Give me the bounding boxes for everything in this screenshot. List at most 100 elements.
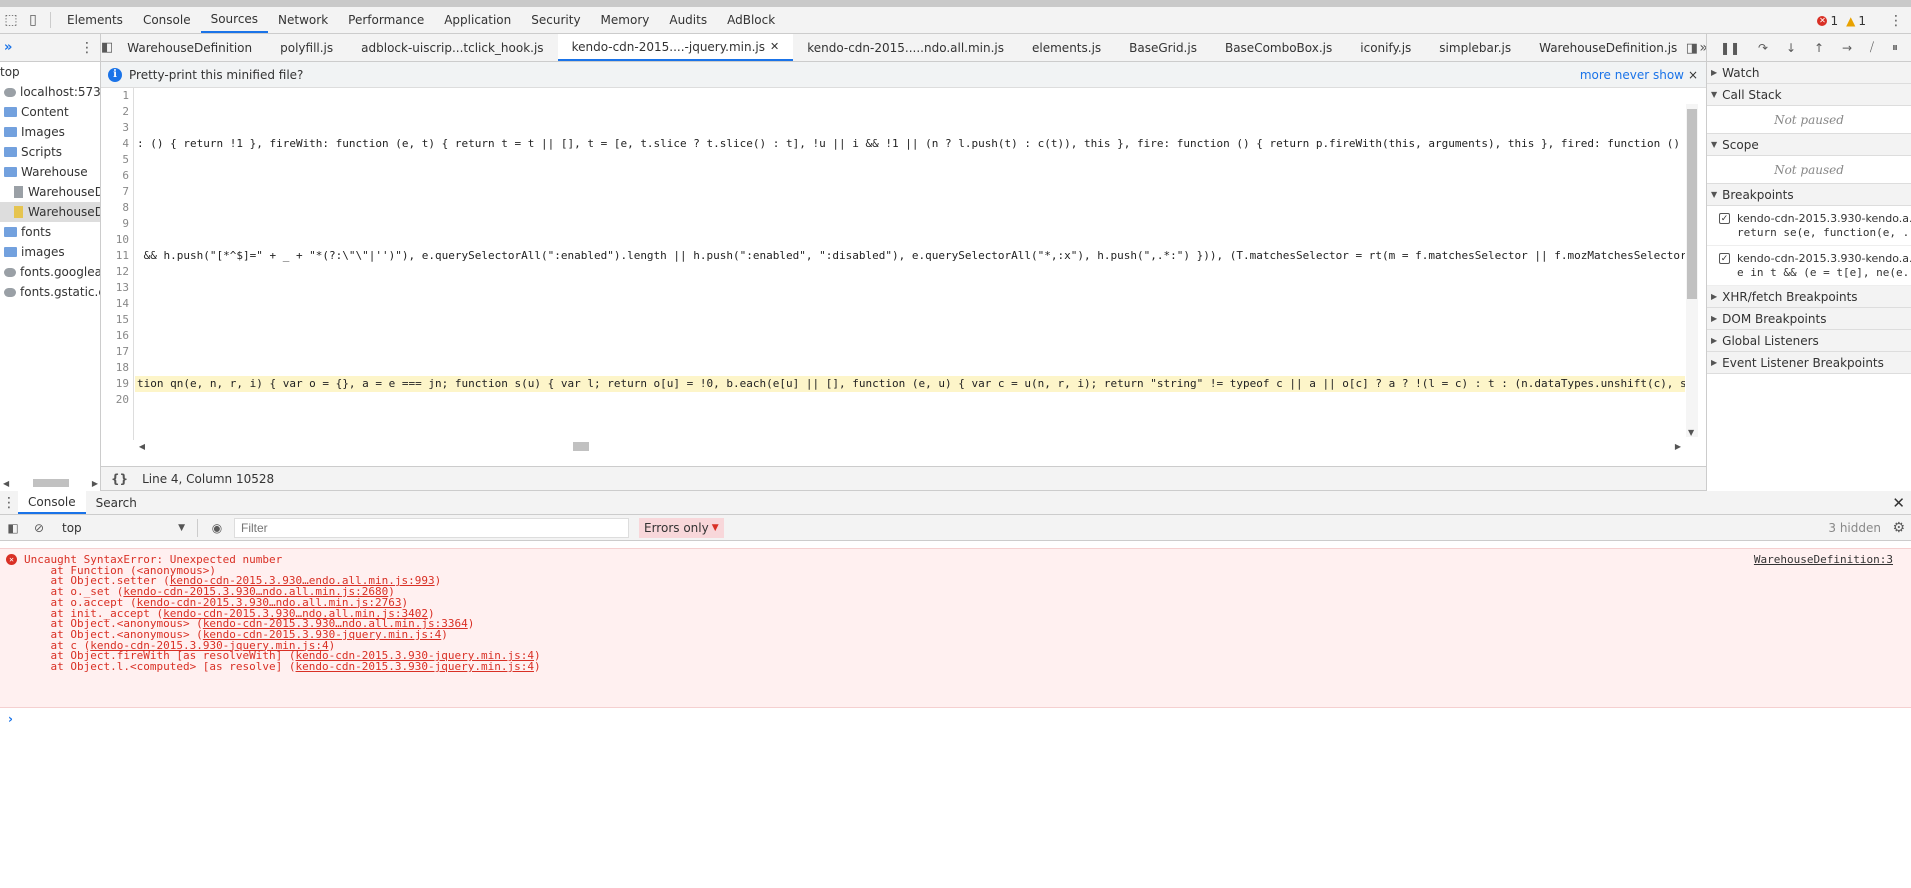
step-into-icon[interactable]: ↓ — [1786, 41, 1796, 55]
inspect-element-icon[interactable]: ⬚ — [0, 7, 22, 33]
line-number[interactable]: 13 — [116, 280, 129, 296]
log-level-dropdown[interactable]: Errors only ▼ — [639, 517, 724, 538]
close-tab-icon[interactable]: ✕ — [770, 40, 779, 53]
tree-item[interactable]: Content — [0, 102, 100, 122]
navigator-scrollbar[interactable]: ◀ ▶ — [0, 475, 101, 491]
debugger-section-scope[interactable]: ▼ Scope — [1707, 134, 1911, 156]
toggle-debugger-icon[interactable]: ◨ — [1686, 34, 1698, 62]
breakpoint-checkbox[interactable]: ✓ — [1719, 253, 1730, 264]
line-number[interactable]: 9 — [122, 216, 129, 232]
debugger-section[interactable]: ▶ Global Listeners — [1707, 330, 1911, 352]
infobar-link[interactable]: more never show — [1580, 68, 1684, 82]
line-number[interactable]: 18 — [116, 360, 129, 376]
editor-tab[interactable]: WarehouseDefinition.js — [1525, 34, 1691, 61]
line-number[interactable]: 17 — [116, 344, 129, 360]
pretty-print-icon[interactable]: {} — [111, 472, 128, 486]
debugger-section[interactable]: ▶ XHR/fetch Breakpoints — [1707, 286, 1911, 308]
scroll-left-icon[interactable]: ◀ — [3, 479, 9, 488]
editor-tab[interactable]: elements.js — [1018, 34, 1115, 61]
tree-item[interactable]: images — [0, 242, 100, 262]
sidebar-toggle-icon[interactable]: ◧ — [0, 521, 26, 535]
line-number[interactable]: 2 — [122, 104, 129, 120]
deactivate-breakpoints-icon[interactable]: ⧸ — [1870, 40, 1874, 55]
tree-item[interactable]: top — [0, 62, 100, 82]
panel-tab-performance[interactable]: Performance — [338, 7, 434, 33]
line-gutter[interactable]: 1 2 3 4 5 6 7 8 9 10 11 12 13 14 15 16 17 18 19 20 — [101, 88, 134, 440]
line-number[interactable]: 20 — [116, 392, 129, 408]
console-prompt[interactable]: › — [8, 712, 13, 726]
breakpoint-item[interactable]: ✓ kendo-cdn-2015.3.930-kendo.a... e in t &… — [1707, 246, 1911, 286]
tree-item[interactable]: fonts — [0, 222, 100, 242]
line-number[interactable]: 6 — [122, 168, 129, 184]
line-number[interactable]: 11 — [116, 248, 129, 264]
step-icon[interactable]: → — [1842, 41, 1852, 55]
breakpoint-item[interactable]: ✓ kendo-cdn-2015.3.930-kendo.a... return s… — [1707, 206, 1911, 246]
debugger-section[interactable]: ▶ Event Listener Breakpoints — [1707, 352, 1911, 374]
message-source-link[interactable]: WarehouseDefinition:3 — [1754, 553, 1893, 566]
panel-tab-console[interactable]: Console — [133, 7, 201, 33]
panel-tab-security[interactable]: Security — [521, 7, 590, 33]
line-number[interactable]: 8 — [122, 200, 129, 216]
line-number[interactable]: 15 — [116, 312, 129, 328]
infobar-close-button[interactable]: × — [1688, 68, 1698, 82]
issue-counts[interactable]: ✕ 1 ▲ 1 — [1817, 7, 1866, 34]
drawer-menu-icon[interactable]: ⋮ — [0, 491, 18, 514]
debugger-section-breakpoints[interactable]: ▼ Breakpoints — [1707, 184, 1911, 206]
line-number[interactable]: 10 — [116, 232, 129, 248]
tree-item[interactable]: Scripts — [0, 142, 100, 162]
debugger-section[interactable]: ▶ DOM Breakpoints — [1707, 308, 1911, 330]
code-editor[interactable]: 1 2 3 4 5 6 7 8 9 10 11 12 13 14 15 16 17 18 19 20 : () { r… — [101, 88, 1706, 453]
close-drawer-icon[interactable]: ✕ — [1892, 491, 1905, 515]
vertical-scroll-thumb[interactable] — [1687, 109, 1697, 299]
step-over-icon[interactable]: ↷ — [1758, 41, 1768, 55]
tree-item[interactable]: fonts.gstatic.com — [0, 282, 100, 302]
stack-frame-link[interactable]: kendo-cdn-2015.3.930-jquery.min.js:4 — [296, 660, 534, 673]
horizontal-scrollbar[interactable]: ◀ ▶ — [135, 439, 1685, 453]
more-tabs-icon[interactable]: » — [4, 40, 12, 55]
tree-item[interactable]: localhost:57348 — [0, 82, 100, 102]
tree-item[interactable]: Warehouse — [0, 162, 100, 182]
horizontal-scroll-thumb[interactable] — [573, 442, 589, 451]
editor-tab[interactable]: BaseComboBox.js — [1211, 34, 1346, 61]
code-line[interactable]: && h.push("[*^$]=" + _ + "*(?:\"\"|'')")… — [137, 248, 1685, 264]
tree-item[interactable]: Images — [0, 122, 100, 142]
error-count[interactable]: ✕ 1 — [1817, 14, 1838, 28]
context-selector[interactable]: top ▼ — [56, 518, 191, 538]
warning-count[interactable]: ▲ 1 — [1846, 14, 1866, 28]
editor-tab[interactable]: adblock-uiscrip...tclick_hook.js — [347, 34, 557, 61]
vertical-scrollbar[interactable]: ▼ — [1686, 104, 1698, 437]
scroll-left-icon[interactable]: ◀ — [135, 442, 149, 451]
drawer-tab-search[interactable]: Search — [86, 491, 147, 514]
line-number[interactable]: 1 — [122, 88, 129, 104]
debugger-section-call-stack[interactable]: ▼ Call Stack — [1707, 84, 1911, 106]
drawer-tab-console[interactable]: Console — [18, 491, 86, 514]
navigator-menu-icon[interactable]: ⋮ — [80, 40, 94, 56]
clear-console-icon[interactable]: ⊘ — [26, 521, 52, 535]
breakpoint-checkbox[interactable]: ✓ — [1719, 213, 1730, 224]
console-settings-gear-icon[interactable]: ⚙ — [1892, 520, 1905, 536]
line-number[interactable]: 5 — [122, 152, 129, 168]
tree-item[interactable]: WarehouseD — [0, 182, 100, 202]
scroll-down-icon[interactable]: ▼ — [1688, 428, 1694, 437]
panel-tab-audits[interactable]: Audits — [659, 7, 717, 33]
line-number[interactable]: 14 — [116, 296, 129, 312]
pause-on-exceptions-icon[interactable]: ⏸ — [1892, 40, 1898, 55]
horizontal-scroll-track[interactable] — [149, 440, 1671, 452]
panel-tab-sources[interactable]: Sources — [200, 7, 269, 33]
scroll-right-icon[interactable]: ▶ — [92, 479, 98, 488]
pause-icon[interactable]: ❚❚ — [1720, 41, 1740, 55]
line-number[interactable]: 16 — [116, 328, 129, 344]
line-number[interactable]: 3 — [122, 120, 129, 136]
editor-tab[interactable]: kendo-cdn-2015....-jquery.min.js ✕ — [557, 34, 794, 61]
console-filter-input[interactable] — [234, 517, 629, 538]
tree-item[interactable]: WarehouseD — [0, 202, 100, 222]
device-toolbar-icon[interactable]: ▯ — [22, 7, 44, 33]
editor-tab[interactable]: polyfill.js — [266, 34, 347, 61]
panel-tab-application[interactable]: Application — [434, 7, 521, 33]
line-number[interactable]: 19 — [116, 376, 129, 392]
toggle-navigator-icon[interactable]: ◧ — [101, 34, 113, 61]
editor-tab[interactable]: iconify.js — [1346, 34, 1425, 61]
debugger-section-watch[interactable]: ▶ Watch — [1707, 62, 1911, 84]
panel-tab-elements[interactable]: Elements — [57, 7, 133, 33]
tree-item[interactable]: fonts.googleapis. — [0, 262, 100, 282]
